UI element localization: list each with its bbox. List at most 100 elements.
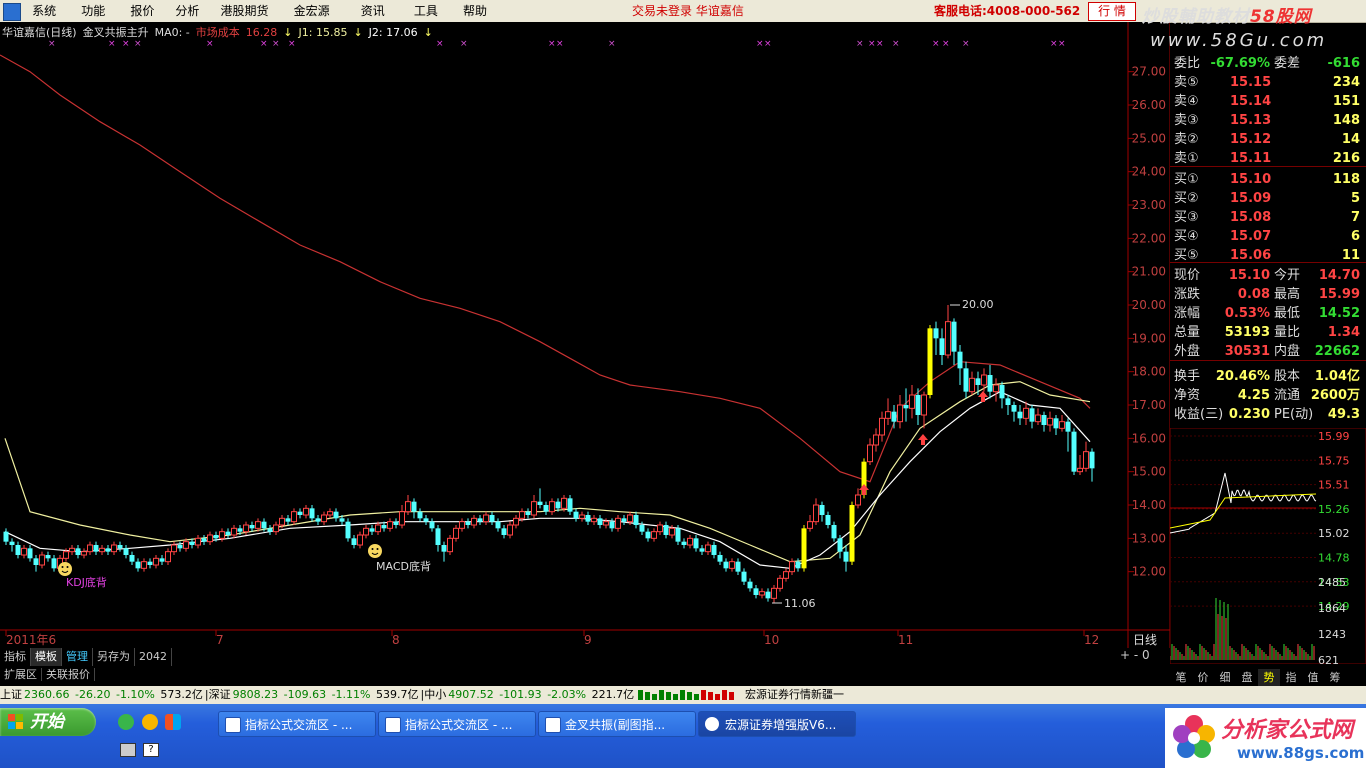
indicator-tab[interactable]: 管理 <box>62 648 93 666</box>
order-diff-label: 委差 <box>1274 56 1301 71</box>
price-tick-label: 19.00 <box>1132 331 1166 345</box>
keyboard-icon[interactable] <box>120 743 136 757</box>
candle-body <box>177 545 183 549</box>
menu-item-quote[interactable]: 报价 <box>130 0 154 22</box>
candle-body <box>1071 431 1077 472</box>
indicator-tab[interactable]: 指标 <box>0 648 31 666</box>
candle-body <box>843 551 849 562</box>
signal-marker-icon: × <box>1058 39 1066 49</box>
candle-body <box>1089 451 1095 469</box>
stat-label-2: 流通 <box>1274 388 1301 403</box>
signal-marker-icon: × <box>608 39 616 49</box>
price-tick-label: 12.00 <box>1132 565 1166 579</box>
indicator-tab[interactable]: 模板 <box>31 648 62 666</box>
candle-body <box>609 521 615 529</box>
legend-j2: J2: 17.06 <box>368 26 418 39</box>
stat-value-2: 22662 <box>1314 344 1360 359</box>
right-panel-tab[interactable]: 势 <box>1258 669 1280 687</box>
menu-item-function[interactable]: 功能 <box>81 0 105 22</box>
mini-price-label: 15.75 <box>1318 454 1350 467</box>
extension-tab[interactable]: 关联报价 <box>42 668 95 681</box>
candle-body <box>1077 467 1083 473</box>
candle-body <box>189 541 195 545</box>
menu-item-info[interactable]: 资讯 <box>361 0 385 22</box>
candle-body <box>243 524 249 533</box>
quote-separator <box>1170 360 1366 361</box>
task-button-1[interactable]: 指标公式交流区 - ... <box>218 711 376 737</box>
menu-item-tools[interactable]: 工具 <box>414 0 438 22</box>
quicklaunch-ie-icon[interactable] <box>118 714 134 730</box>
task-button-3[interactable]: 金叉共振(副图指... <box>538 711 696 737</box>
candle <box>345 518 351 542</box>
candle-body <box>927 328 933 395</box>
right-panel-tab[interactable]: 盘 <box>1236 669 1258 687</box>
candle-body <box>249 525 255 529</box>
stat-label-2: 今开 <box>1274 268 1301 283</box>
right-panel-tab[interactable]: 细 <box>1214 669 1236 687</box>
app-logo-icon <box>3 3 21 21</box>
candle-body <box>723 561 729 569</box>
ask-row: 卖③ 15.13 148 <box>1174 111 1364 130</box>
low-label: 11.06 <box>784 597 816 610</box>
menu-item-jinhongyuan[interactable]: 金宏源 <box>294 0 330 22</box>
candle-body <box>975 378 981 385</box>
breadth-bar <box>694 694 699 700</box>
breadth-bar <box>659 690 664 700</box>
quicklaunch-browser-icon[interactable] <box>142 714 158 730</box>
task-button-4[interactable]: 宏源证券增强版V6... <box>698 711 856 737</box>
index-zx-value: 4907.52 <box>448 688 494 701</box>
index-sz-value: 9808.23 <box>232 688 279 701</box>
market-button[interactable]: 行 情 <box>1088 2 1136 21</box>
signal-marker-icon: × <box>134 39 142 49</box>
intraday-mini-chart[interactable]: 15.9915.7515.5115.2615.0214.7814.5314.29… <box>1170 428 1366 664</box>
candle-body <box>801 528 807 569</box>
task-button-2[interactable]: 指标公式交流区 - ... <box>378 711 536 737</box>
right-panel-tab[interactable]: 值 <box>1302 669 1324 687</box>
signal-marker-icon: × <box>876 39 884 49</box>
indicator-tab[interactable]: 另存为 <box>93 648 135 666</box>
menu-item-hk-futures[interactable]: 港股期货 <box>221 0 269 22</box>
candle-body <box>519 511 525 519</box>
month-tick-label: 7 <box>216 633 224 647</box>
candle-body <box>747 581 753 589</box>
menu-item-help[interactable]: 帮助 <box>463 0 487 22</box>
quicklaunch-desktop-icon[interactable] <box>165 714 181 730</box>
right-panel-tab[interactable]: 指 <box>1280 669 1302 687</box>
menu-item-system[interactable]: 系统 <box>32 0 56 22</box>
quote-separator <box>1170 166 1366 167</box>
help-icon[interactable]: ? <box>143 743 159 757</box>
right-tab-bar: 笔价细盘势指值筹 <box>1170 666 1366 687</box>
candle-body <box>345 521 351 539</box>
bid-row: 买① 15.10 118 <box>1174 170 1364 189</box>
candle-body <box>1005 398 1011 405</box>
candle-body <box>909 394 915 409</box>
mini-price-label: 15.02 <box>1318 527 1350 540</box>
candle-body <box>93 545 99 552</box>
candle <box>849 501 855 565</box>
candle-body <box>135 561 141 569</box>
right-panel-tab[interactable]: 筹 <box>1324 669 1346 687</box>
candle-body <box>567 498 573 512</box>
indicator-tab[interactable]: 2042 <box>135 648 172 666</box>
stat-row: 净资 4.25 流通 2600万 <box>1174 386 1364 405</box>
extension-tab[interactable]: 扩展区 <box>0 668 42 681</box>
signal-marker-icon: × <box>108 39 116 49</box>
news-ticker[interactable]: 宏源证券行情新疆一 <box>745 686 844 704</box>
candle-body <box>555 501 561 509</box>
stat-row: 涨跌 0.08 最高 15.99 <box>1174 285 1364 304</box>
signal-marker-icon: × <box>892 39 900 49</box>
price-tick-label: 25.00 <box>1132 131 1166 145</box>
indicator-legend: 华谊嘉信(日线) 金叉共振主升 MA0: - 市场成本 16.28 ↓ J1: 15.85 ↓… <box>2 24 439 40</box>
candle-body <box>897 404 903 423</box>
zoom-controls[interactable]: + - 0 <box>1120 648 1150 662</box>
menu-item-analysis[interactable]: 分析 <box>175 0 199 22</box>
right-panel-tab[interactable]: 笔 <box>1170 669 1192 687</box>
start-button[interactable]: 开始 <box>0 708 96 736</box>
candle-body <box>819 505 825 515</box>
stat-row: 收益(三) 0.230 PE(动) 49.3 <box>1174 405 1364 424</box>
kline-chart[interactable]: 27.00 26.00 25.00 24.00 23.00 22.00 21.00 20.00… <box>0 22 1170 648</box>
index-sz-change: -109.63 <box>283 688 327 701</box>
right-panel-tab[interactable]: 价 <box>1192 669 1214 687</box>
bid-volume: 118 <box>1332 172 1360 187</box>
signal-marker-icon: × <box>868 39 876 49</box>
